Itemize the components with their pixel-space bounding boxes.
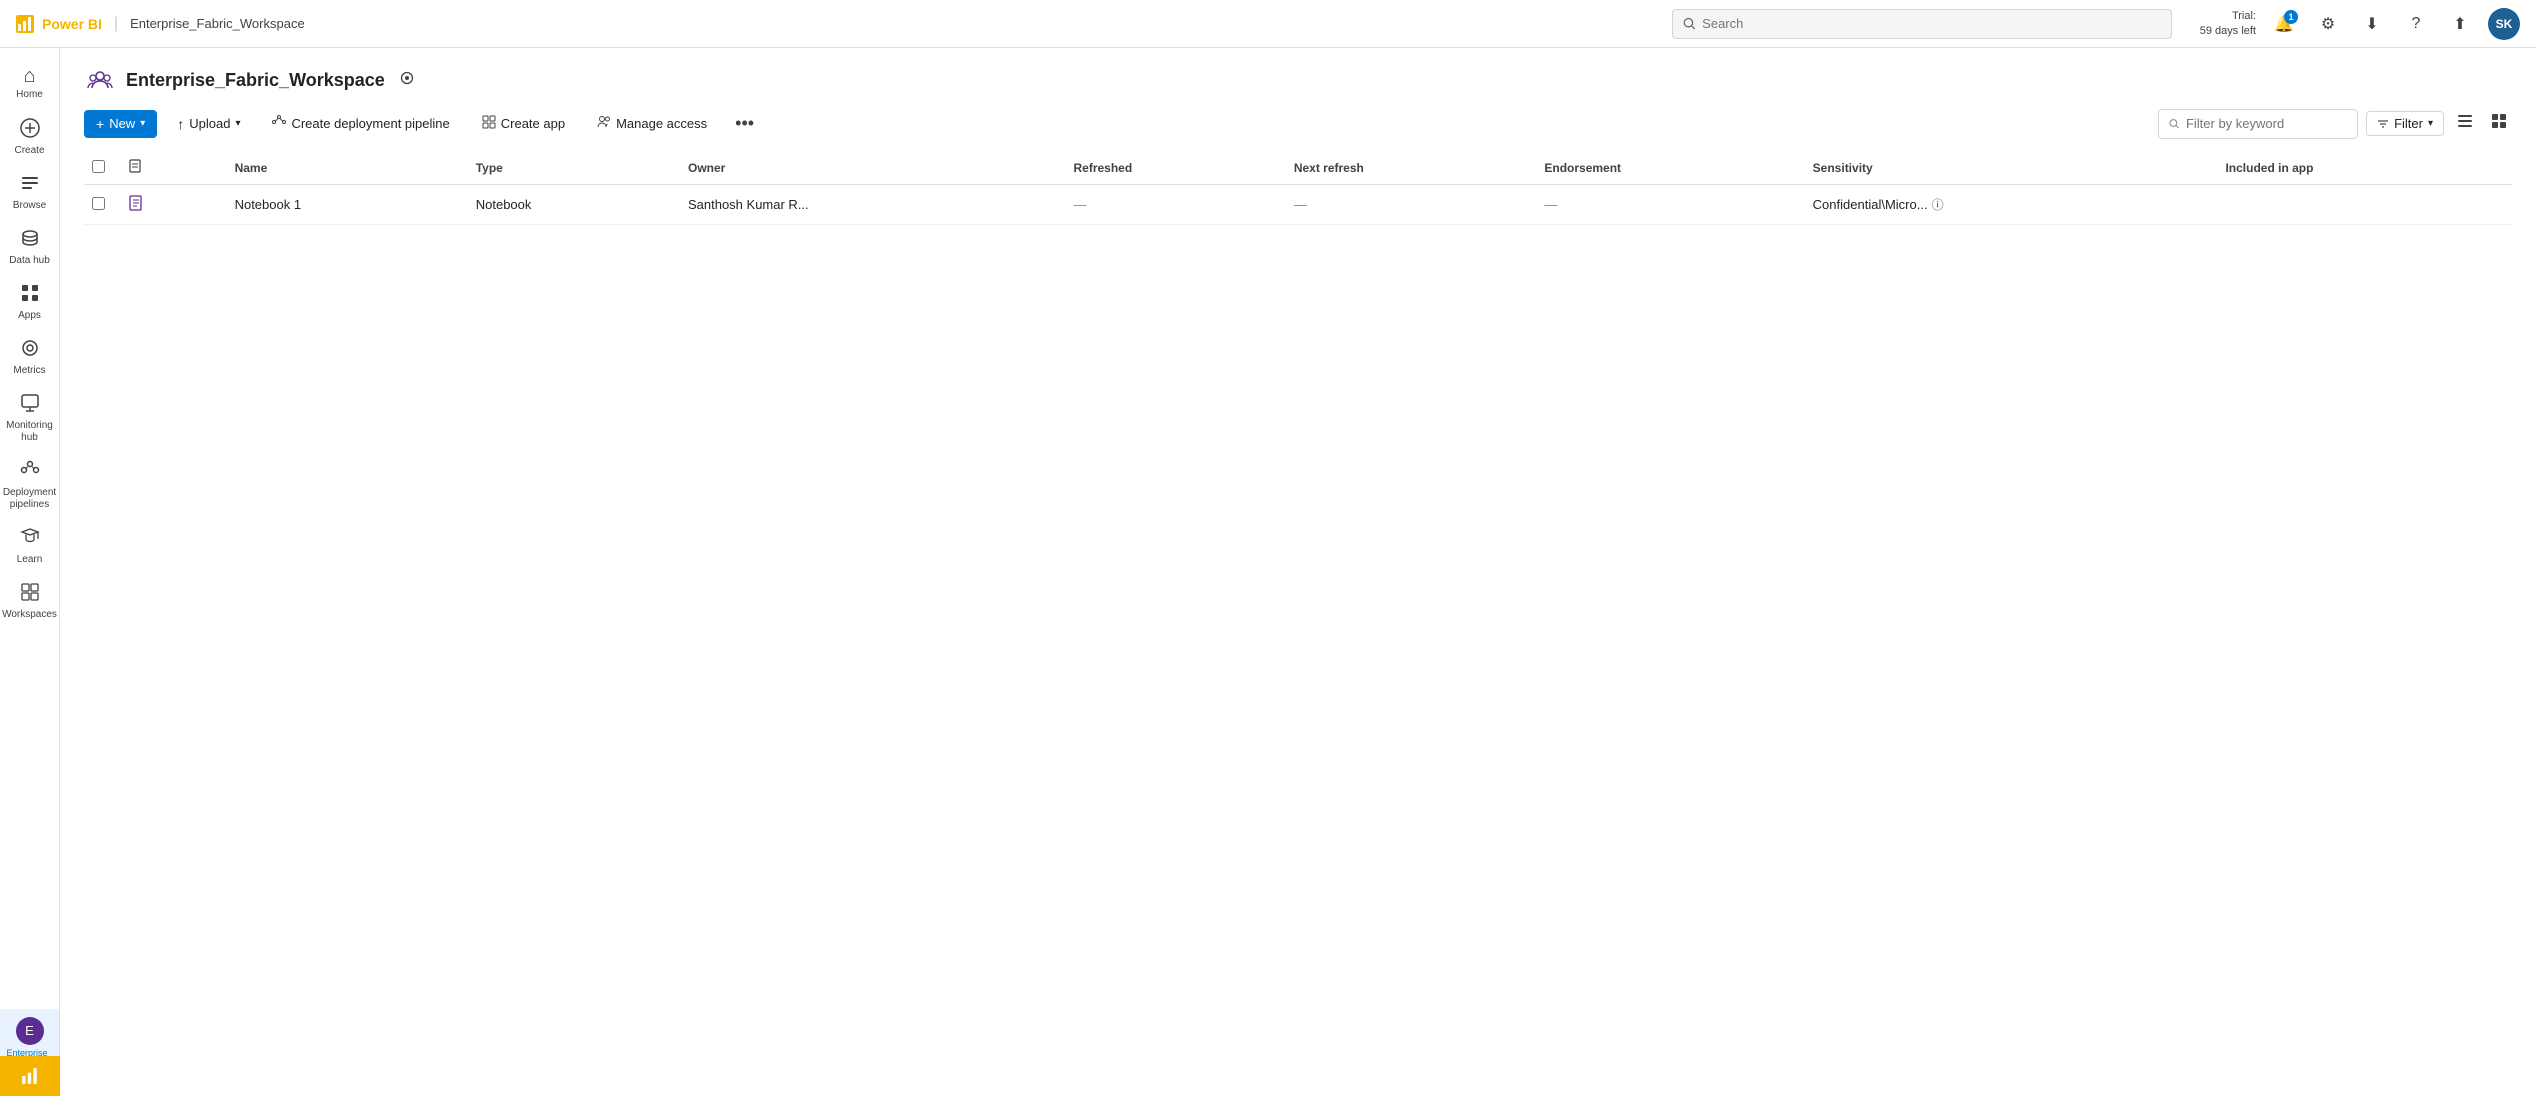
sidebar: ⌂ Home Create Browse Data hub Apps xyxy=(0,48,60,1096)
new-button[interactable]: + New ▾ xyxy=(84,110,157,138)
metrics-icon xyxy=(20,338,40,362)
filter-search-icon xyxy=(2169,118,2180,130)
sidebar-item-workspaces[interactable]: Workspaces xyxy=(0,574,59,629)
create-icon xyxy=(20,118,40,142)
search-input[interactable] xyxy=(1702,16,2161,31)
sidebar-item-browse[interactable]: Browse xyxy=(0,165,59,220)
sidebar-item-deployment[interactable]: Deployment pipelines xyxy=(0,452,59,519)
deployment-icon xyxy=(20,460,40,484)
workspace-header: Enterprise_Fabric_Workspace xyxy=(60,48,2536,96)
workspace-avatar-icon: E xyxy=(16,1017,44,1045)
row-included-cell xyxy=(2213,185,2512,225)
trial-info: Trial: 59 days left xyxy=(2200,9,2256,38)
row-type-icon-cell xyxy=(116,185,223,225)
topbar-workspace-name: Enterprise_Fabric_Workspace xyxy=(130,16,305,31)
share-button[interactable]: ⬆ xyxy=(2444,8,2476,40)
row-endorsement-cell: — xyxy=(1532,185,1800,225)
list-view-icon[interactable] xyxy=(2452,108,2478,139)
workspace-header-icon xyxy=(84,64,116,96)
workspace-title: Enterprise_Fabric_Workspace xyxy=(126,70,385,91)
more-options-icon[interactable]: ••• xyxy=(727,109,762,138)
col-name-header[interactable]: Name xyxy=(223,151,464,185)
upload-icon: ↑ xyxy=(177,116,184,132)
grid-view-icon[interactable] xyxy=(2486,108,2512,139)
user-avatar[interactable]: SK xyxy=(2488,8,2520,40)
items-table-container: Name Type Owner Refreshed Next refresh xyxy=(60,151,2536,1096)
manage-access-icon xyxy=(597,115,611,132)
help-button[interactable]: ? xyxy=(2400,8,2432,40)
col-type-header[interactable]: Type xyxy=(464,151,676,185)
main-layout: ⌂ Home Create Browse Data hub Apps xyxy=(0,48,2536,1096)
toolbar-right: Filter ▾ xyxy=(2158,108,2512,139)
notebook-icon xyxy=(128,195,144,211)
col-type-icon xyxy=(116,151,223,185)
sensitivity-info-icon[interactable]: ⓘ xyxy=(1932,196,1944,213)
datahub-icon xyxy=(20,228,40,252)
sidebar-item-create[interactable]: Create xyxy=(0,110,59,165)
settings-button[interactable]: ⚙ xyxy=(2312,8,2344,40)
row-owner-cell: Santhosh Kumar R... xyxy=(676,185,1062,225)
sidebar-item-home[interactable]: ⌂ Home xyxy=(0,56,59,110)
sidebar-item-apps[interactable]: Apps xyxy=(0,275,59,330)
upload-button[interactable]: ↑ Upload ▾ xyxy=(165,110,252,138)
row-next-refresh-cell: — xyxy=(1282,185,1533,225)
powerbi-bottom-logo[interactable] xyxy=(0,1056,60,1096)
workspace-settings-icon[interactable] xyxy=(395,66,419,95)
col-checkbox[interactable] xyxy=(84,151,116,185)
col-next-refresh-header[interactable]: Next refresh xyxy=(1282,151,1533,185)
col-refreshed-header[interactable]: Refreshed xyxy=(1061,151,1281,185)
home-icon: ⌂ xyxy=(23,66,35,86)
row-sensitivity-cell: Confidential\Micro... ⓘ xyxy=(1801,185,2214,225)
learn-icon xyxy=(20,527,40,551)
filter-search-box[interactable] xyxy=(2158,109,2358,139)
sidebar-item-datahub[interactable]: Data hub xyxy=(0,220,59,275)
table-row: Notebook 1 Notebook Santhosh Kumar R... … xyxy=(84,185,2512,225)
col-included-header[interactable]: Included in app xyxy=(2213,151,2512,185)
new-chevron-icon: ▾ xyxy=(140,118,145,129)
workspaces-icon xyxy=(20,582,40,606)
download-button[interactable]: ⬇ xyxy=(2356,8,2388,40)
app-name-label: Power BI xyxy=(42,16,102,32)
manage-access-button[interactable]: Manage access xyxy=(585,109,719,138)
toolbar: + New ▾ ↑ Upload ▾ Create deployment pip… xyxy=(60,96,2536,151)
row-refreshed-cell: — xyxy=(1061,185,1281,225)
new-icon: + xyxy=(96,116,104,132)
powerbi-logo-icon xyxy=(16,15,34,33)
topbar: Power BI | Enterprise_Fabric_Workspace T… xyxy=(0,0,2536,48)
sidebar-item-monitoring[interactable]: Monitoring hub xyxy=(0,385,59,452)
upload-chevron-icon: ▾ xyxy=(235,118,240,129)
topbar-separator: | xyxy=(114,15,118,33)
global-search-box[interactable] xyxy=(1672,9,2172,39)
topbar-right-section: Trial: 59 days left 🔔 ⚙ ⬇ ? ⬆ SK xyxy=(2200,8,2520,40)
create-app-button[interactable]: Create app xyxy=(470,109,577,138)
powerbi-bottom-icon xyxy=(21,1067,39,1085)
select-all-checkbox[interactable] xyxy=(92,160,105,173)
filter-button[interactable]: Filter ▾ xyxy=(2366,111,2444,136)
monitoring-icon xyxy=(20,393,40,417)
pipeline-icon xyxy=(272,115,286,132)
col-sensitivity-header[interactable]: Sensitivity xyxy=(1801,151,2214,185)
items-table: Name Type Owner Refreshed Next refresh xyxy=(84,151,2512,225)
filter-icon xyxy=(2377,118,2389,130)
content-area: Enterprise_Fabric_Workspace + New ▾ ↑ Up… xyxy=(60,48,2536,1096)
app-logo[interactable]: Power BI xyxy=(16,15,102,33)
search-icon xyxy=(1683,17,1696,31)
sidebar-item-learn[interactable]: Learn xyxy=(0,519,59,574)
create-pipeline-button[interactable]: Create deployment pipeline xyxy=(260,109,461,138)
filter-chevron-icon: ▾ xyxy=(2428,118,2433,129)
col-owner-header[interactable]: Owner xyxy=(676,151,1062,185)
row-name-cell[interactable]: Notebook 1 xyxy=(223,185,464,225)
notifications-button[interactable]: 🔔 xyxy=(2268,8,2300,40)
col-endorsement-header[interactable]: Endorsement xyxy=(1532,151,1800,185)
browse-icon xyxy=(20,173,40,197)
row-checkbox[interactable] xyxy=(92,197,105,210)
sidebar-item-metrics[interactable]: Metrics xyxy=(0,330,59,385)
filter-keyword-input[interactable] xyxy=(2186,116,2347,131)
row-type-cell: Notebook xyxy=(464,185,676,225)
row-checkbox-cell[interactable] xyxy=(84,185,116,225)
apps-icon xyxy=(20,283,40,307)
create-app-icon xyxy=(482,115,496,132)
